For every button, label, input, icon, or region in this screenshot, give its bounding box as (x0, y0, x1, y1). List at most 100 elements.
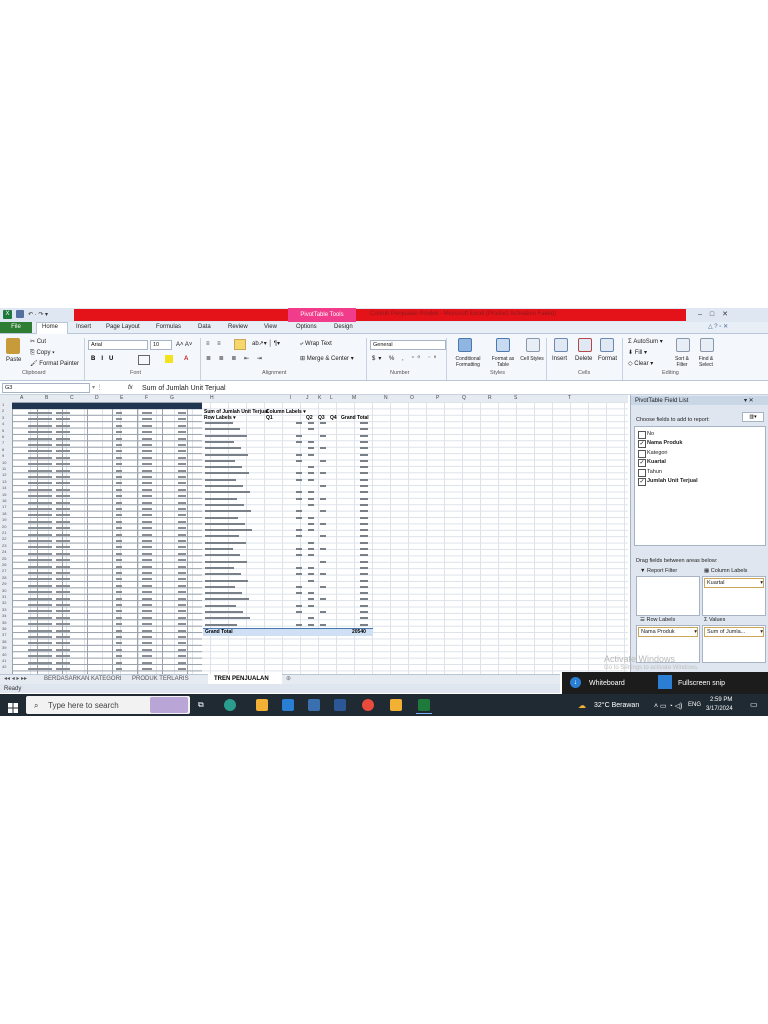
column-header-l[interactable]: L (330, 396, 333, 401)
help-icon[interactable]: △ ? ▫ ✕ (708, 324, 728, 330)
whiteboard-icon[interactable]: ↓ (570, 677, 581, 688)
row-header[interactable]: 25 (2, 556, 6, 561)
column-header-i[interactable]: I (290, 396, 291, 401)
tab-data[interactable]: Data (198, 324, 211, 330)
merge-center-button[interactable]: ⊞ Merge & Center ▾ (300, 356, 354, 362)
format-painter-button[interactable]: 🖌 Format Painter (30, 361, 79, 367)
font-grow-icon[interactable]: A˄ A˅ (176, 342, 192, 348)
delete-cells-icon[interactable] (578, 338, 592, 352)
delete-button[interactable]: Delete (575, 356, 592, 362)
field-checkbox-no[interactable] (638, 431, 646, 439)
clock-time[interactable]: 2:59 PM (710, 697, 732, 703)
cell-styles-button[interactable]: Cell Styles (520, 356, 544, 362)
app-icon[interactable] (390, 699, 402, 711)
column-header-o[interactable]: O (410, 396, 414, 401)
row-header[interactable]: 24 (2, 550, 6, 554)
bottom-align-icon[interactable] (234, 339, 246, 350)
tab-formulas[interactable]: Formulas (156, 324, 181, 330)
row-header[interactable]: 29 (2, 582, 6, 586)
column-header-e[interactable]: E (120, 396, 123, 401)
windows-start-icon[interactable] (8, 700, 18, 713)
window-controls[interactable]: –□✕ (698, 310, 736, 318)
tab-home[interactable]: Home (42, 324, 58, 330)
row-header[interactable]: 1 (2, 403, 4, 407)
row-header[interactable]: 6 (2, 435, 4, 439)
column-header-f[interactable]: F (145, 396, 148, 401)
column-header-j[interactable]: J (306, 396, 309, 401)
insert-button[interactable]: Insert (552, 356, 567, 362)
row-header[interactable]: 35 (2, 620, 6, 625)
source-data-table[interactable] (12, 402, 202, 674)
row-header[interactable]: 3 (2, 415, 4, 420)
language-indicator[interactable]: ENG (688, 702, 701, 708)
store-icon[interactable] (308, 699, 320, 711)
sort-filter-icon[interactable] (676, 338, 690, 352)
number-format-select[interactable]: General (370, 340, 446, 350)
row-header[interactable]: 10 (2, 460, 6, 465)
column-header-c[interactable]: C (70, 396, 74, 401)
tab-options[interactable]: Options (296, 324, 317, 330)
row-header[interactable]: 27 (2, 569, 6, 573)
row-header[interactable]: 14 (2, 486, 6, 490)
row-header[interactable]: 7 (2, 441, 4, 445)
system-tray-icons[interactable]: ˄ ▭ ◔ ◁) (654, 702, 682, 710)
row-labels-field-nama-produk[interactable]: Nama Produk ▾ (638, 627, 698, 637)
notification-center-icon[interactable]: ▭ (750, 700, 758, 709)
field-checkbox-jumlah-unit-terjual[interactable]: ✓ (638, 478, 646, 486)
whiteboard-button[interactable]: Whiteboard (589, 680, 625, 687)
row-header[interactable]: 26 (2, 563, 6, 567)
row-header[interactable]: 42 (2, 665, 6, 669)
column-header-b[interactable]: B (45, 396, 48, 401)
sheet-nav-arrows-icon[interactable]: ◂◂ ◂ ▸ ▸▸ (4, 676, 27, 682)
column-header-g[interactable]: G (170, 396, 174, 401)
clear-button[interactable]: ◇ Clear ▾ (628, 361, 653, 367)
row-header[interactable]: 36 (2, 627, 6, 631)
format-button[interactable]: Format (598, 356, 617, 362)
row-header[interactable]: 31 (2, 595, 6, 599)
cut-button[interactable]: ✂ Cut (30, 339, 46, 345)
row-header[interactable]: 40 (2, 652, 6, 657)
column-header-d[interactable]: D (95, 396, 99, 401)
find-select-button[interactable]: Find & Select (694, 356, 718, 368)
row-header[interactable]: 4 (2, 422, 4, 426)
tab-page-layout[interactable]: Page Layout (106, 324, 140, 330)
conditional-formatting-button[interactable]: Conditional Formatting (452, 356, 484, 368)
bold-italic-underline-buttons[interactable]: BIU (91, 356, 119, 362)
weather-text[interactable]: 32°C Berawan (594, 702, 639, 709)
tab-design[interactable]: Design (334, 324, 353, 330)
insert-function-icon[interactable]: fx (128, 385, 133, 391)
field-checkbox-kategori[interactable] (638, 449, 646, 458)
clock-date[interactable]: 3/17/2024 (706, 706, 733, 712)
tab-view[interactable]: View (264, 324, 277, 330)
task-view-icon[interactable]: ⧉ (198, 700, 204, 710)
sort-filter-button[interactable]: Sort & Filter (670, 356, 694, 368)
font-name-select[interactable]: Arial (88, 340, 148, 350)
row-header[interactable]: 11 (2, 467, 6, 471)
autosum-button[interactable]: Σ AutoSum ▾ (628, 339, 663, 345)
column-header-k[interactable]: K (318, 396, 321, 401)
row-header[interactable]: 13 (2, 479, 6, 484)
sheet-tab-produk-terlaris[interactable]: PRODUK TERLARIS (132, 676, 189, 682)
column-header-n[interactable]: N (384, 396, 388, 401)
font-size-select[interactable]: 10 (150, 340, 172, 350)
row-header[interactable]: 30 (2, 588, 6, 593)
row-header[interactable]: 23 (2, 543, 6, 548)
row-header[interactable]: 37 (2, 633, 6, 637)
fill-button[interactable]: ⬇ Fill ▾ (628, 350, 647, 356)
pivot-row-labels[interactable]: Row Labels ▾ (204, 415, 236, 421)
name-box[interactable]: G3 (2, 383, 90, 393)
fullscreen-snip-button[interactable]: Fullscreen snip (678, 680, 725, 687)
row-header[interactable]: 8 (2, 447, 4, 452)
row-header[interactable]: 18 (2, 511, 6, 516)
field-checkbox-tahun[interactable] (638, 468, 646, 477)
row-header[interactable]: 32 (2, 601, 6, 605)
column-header-p[interactable]: P (436, 396, 439, 401)
row-header[interactable]: 33 (2, 607, 6, 612)
font-color-icon[interactable]: A (184, 356, 188, 362)
field-checkbox-kuartal[interactable]: ✓ (638, 459, 646, 468)
column-header-a[interactable]: A (20, 396, 23, 401)
formula-content[interactable]: Sum of Jumlah Unit Terjual (142, 385, 226, 392)
paste-button[interactable]: Paste (6, 357, 21, 363)
insert-cells-icon[interactable] (554, 338, 568, 352)
row-header[interactable]: 9 (2, 454, 4, 458)
